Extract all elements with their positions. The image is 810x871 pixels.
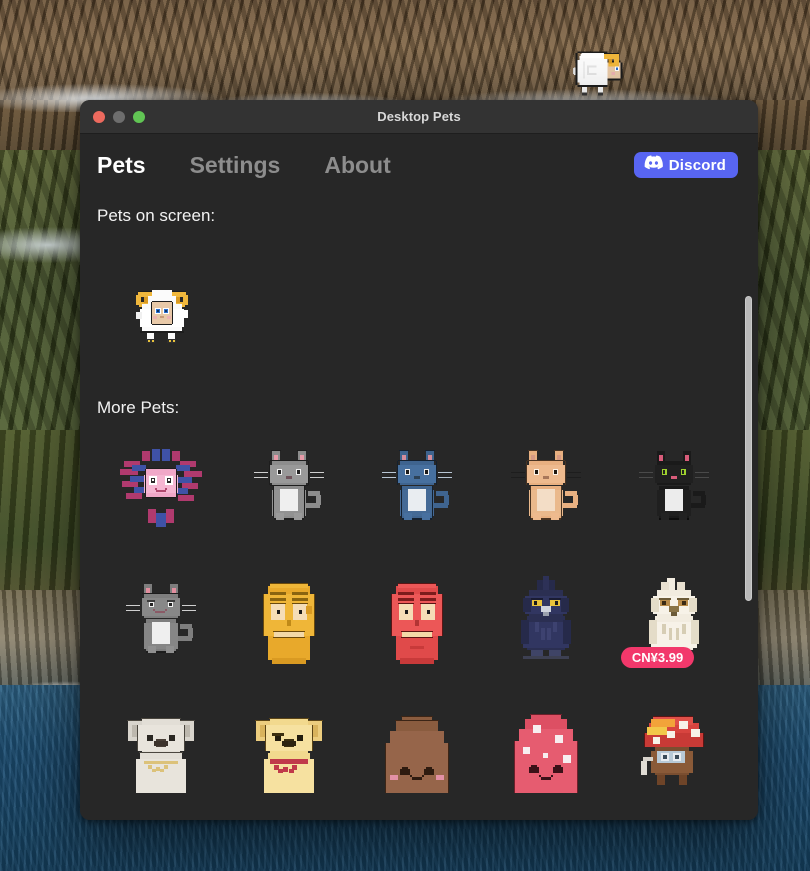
orange-cat-sprite — [503, 443, 589, 543]
axolotl-sprite — [118, 443, 204, 543]
brown-blob-sprite — [374, 709, 460, 809]
price-badge: CN¥3.99 — [620, 646, 695, 668]
gray-cat-sprite — [246, 443, 332, 543]
window-titlebar: Desktop Pets — [80, 100, 758, 134]
more-pets-grid: CN¥3.99 — [97, 426, 738, 820]
discord-icon — [644, 155, 663, 175]
pet-item-black-cat[interactable] — [610, 426, 738, 559]
pets-on-screen-area — [97, 234, 738, 384]
yellow-bear-sprite — [246, 709, 332, 809]
pet-item-grumpy-gray-cat[interactable] — [97, 559, 225, 692]
pet-item-brown-blob[interactable] — [353, 692, 481, 820]
blue-cat-sprite — [374, 443, 460, 543]
desktop-pets-window: Desktop Pets Pets Settings About Discord… — [80, 100, 758, 820]
pet-item-pink-mushroom-blob[interactable] — [482, 692, 610, 820]
mushroom-sprite — [631, 709, 717, 809]
content-scrollbar-track[interactable] — [743, 288, 754, 820]
discord-button[interactable]: Discord — [633, 152, 738, 178]
yellow-head-sprite — [246, 576, 332, 676]
gray-koala-sprite — [118, 709, 204, 809]
window-title: Desktop Pets — [377, 109, 461, 124]
pets-on-screen-label: Pets on screen: — [97, 206, 216, 225]
traffic-light-group — [80, 110, 145, 123]
desktop-pet-ram[interactable] — [570, 40, 630, 102]
tab-about[interactable]: About — [324, 152, 390, 179]
tab-settings[interactable]: Settings — [190, 152, 281, 179]
pet-item-orange-cat[interactable] — [482, 426, 610, 559]
pet-item-axolotl[interactable] — [97, 426, 225, 559]
minimize-button[interactable] — [113, 110, 125, 123]
pet-item-mushroom-creature[interactable] — [610, 692, 738, 820]
pet-item-owl[interactable] — [482, 559, 610, 692]
black-cat-sprite — [631, 443, 717, 543]
grumpy-cat-sprite — [118, 576, 204, 676]
navigation-bar: Pets Settings About Discord — [80, 134, 758, 196]
more-pets-label: More Pets: — [97, 398, 180, 417]
tab-pets[interactable]: Pets — [97, 152, 146, 179]
white-owl-sprite: CN¥3.99 — [620, 576, 717, 676]
maximize-button[interactable] — [133, 110, 145, 123]
content-scrollbar-thumb[interactable] — [745, 296, 752, 601]
discord-button-label: Discord — [668, 156, 726, 174]
pet-item-gray-cat[interactable] — [225, 426, 353, 559]
red-head-sprite — [374, 576, 460, 676]
pet-item-blue-cat[interactable] — [353, 426, 481, 559]
pink-blob-sprite — [503, 709, 589, 809]
pet-item-yellow-head[interactable] — [225, 559, 353, 692]
pet-item-yellow-bear[interactable] — [225, 692, 353, 820]
pet-item-red-head[interactable] — [353, 559, 481, 692]
pets-content-panel: Pets on screen: More Pets: CN¥3.99 — [80, 196, 758, 820]
close-button[interactable] — [93, 110, 105, 123]
on-screen-pet-ram[interactable] — [130, 282, 194, 348]
pet-item-white-owl[interactable]: CN¥3.99 — [610, 559, 738, 692]
pet-item-gray-koala[interactable] — [97, 692, 225, 820]
owl-sprite — [503, 575, 589, 676]
